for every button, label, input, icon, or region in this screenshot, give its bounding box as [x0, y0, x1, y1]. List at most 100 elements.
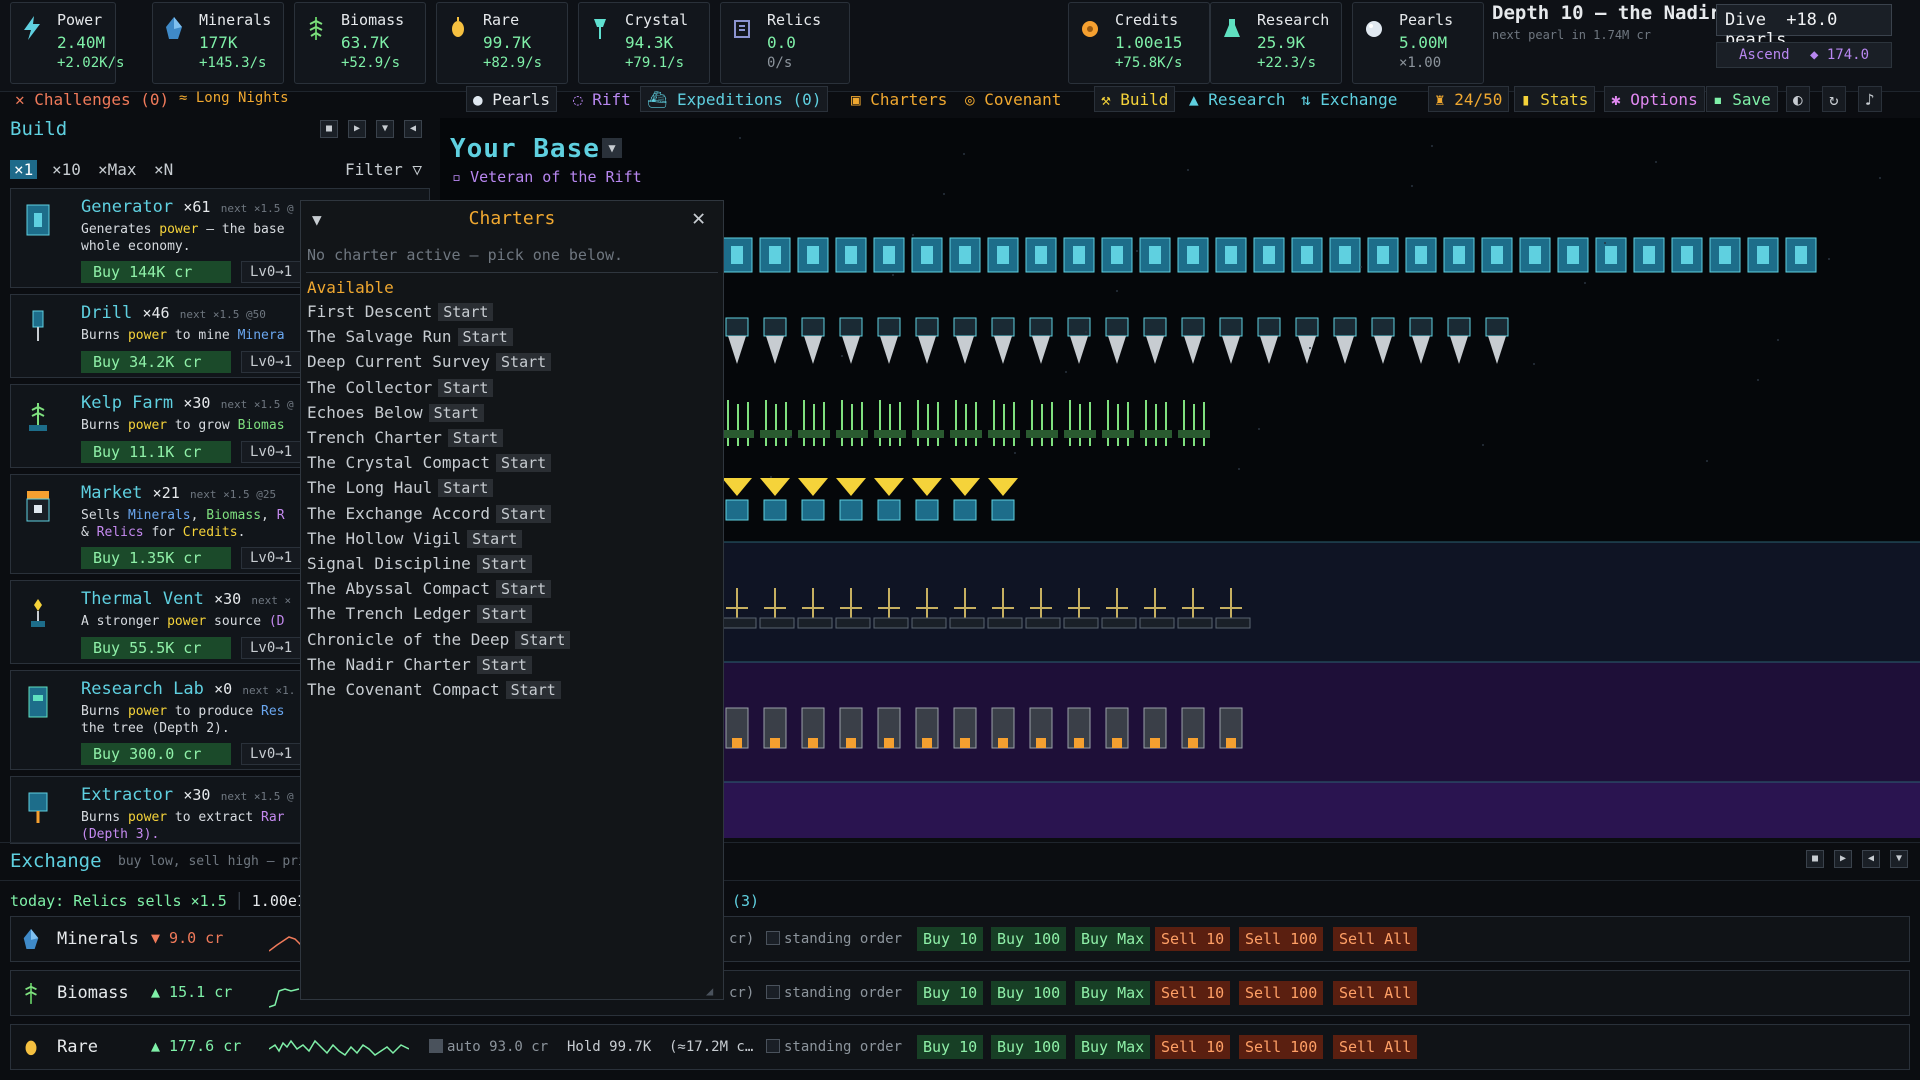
charter-start-button[interactable]: Start	[476, 605, 532, 624]
stats-button[interactable]: ▮ Stats	[1514, 86, 1596, 112]
drill-sprite	[1371, 317, 1395, 364]
star	[943, 193, 945, 195]
refresh-icon: ↻	[1829, 90, 1839, 109]
build-tab[interactable]: ⚒ Build	[1094, 86, 1176, 112]
buy-max-button[interactable]: Buy Max	[1075, 981, 1151, 1005]
charter-start-button[interactable]: Start	[428, 403, 484, 422]
upgrade-drill-button[interactable]: Lv0→1	[241, 351, 301, 373]
charter-start-button[interactable]: Start	[496, 353, 552, 372]
checkbox[interactable]	[766, 1039, 780, 1053]
buy-10-button[interactable]: Buy 10	[917, 927, 984, 951]
exchange-collapse-button[interactable]: ▼	[1890, 850, 1908, 868]
buy-10-button[interactable]: Buy 10	[917, 1035, 984, 1059]
checkbox[interactable]	[766, 985, 780, 999]
sell-100-button[interactable]: Sell 100	[1239, 1035, 1324, 1059]
mult-xn-button[interactable]: ×N	[150, 160, 177, 179]
upgrade-market-button[interactable]: Lv0→1	[241, 547, 301, 569]
sell-all-button[interactable]: Sell All	[1333, 927, 1418, 951]
generator-sprite	[721, 237, 753, 273]
resize-handle[interactable]: ◢	[706, 984, 713, 998]
kelp-icon	[309, 17, 323, 40]
build-collapse-button[interactable]: ▼	[376, 120, 394, 138]
charters-tab[interactable]: ▣ Charters	[844, 86, 954, 112]
resource-power: Power 2.40M +2.02K/s	[10, 2, 124, 84]
expeditions-tab[interactable]: ⛴ Expeditions (0)	[640, 86, 829, 112]
sell-100-button[interactable]: Sell 100	[1239, 981, 1324, 1005]
drill-sprite	[953, 317, 977, 364]
exchange-tab[interactable]: ⇅ Exchange	[1294, 86, 1404, 112]
dive-button[interactable]: Dive +18.0 pearls	[1716, 4, 1892, 50]
buy-max-button[interactable]: Buy Max	[1075, 1035, 1151, 1059]
charter-name: The Abyssal Compact	[307, 579, 491, 599]
trophies-button[interactable]: ♜ 24/50	[1428, 86, 1510, 112]
exchange-back-button[interactable]: ◀	[1862, 850, 1880, 868]
buy-research-lab-button[interactable]: Buy 300.0 cr	[81, 743, 231, 765]
charter-start-button[interactable]: Start	[438, 378, 494, 397]
standing-order-toggle[interactable]: standing order	[766, 931, 902, 947]
long-nights-tag[interactable]: ≈ Long Nights	[172, 86, 296, 112]
build-back-button[interactable]: ◀	[404, 120, 422, 138]
sell-10-button[interactable]: Sell 10	[1155, 1035, 1231, 1059]
options-button[interactable]: ✱ Options	[1604, 86, 1705, 112]
charter-start-button[interactable]: Start	[476, 655, 532, 674]
standing-order-toggle[interactable]: standing order	[766, 1039, 902, 1055]
buy-100-button[interactable]: Buy 100	[991, 981, 1067, 1005]
charter-start-button[interactable]: Start	[496, 454, 552, 473]
save-button[interactable]: ▪ Save	[1706, 86, 1778, 112]
sell-10-button[interactable]: Sell 10	[1155, 927, 1231, 951]
charter-start-button[interactable]: Start	[457, 328, 513, 347]
buy-kelp-farm-button[interactable]: Buy 11.1K cr	[81, 441, 231, 463]
pearls-tab[interactable]: ● Pearls	[466, 86, 558, 112]
buy-generator-button[interactable]: Buy 144K cr	[81, 261, 231, 283]
charter-start-button[interactable]: Start	[438, 479, 494, 498]
checkbox-checked[interactable]	[429, 1039, 443, 1053]
covenant-tab[interactable]: ◎ Covenant	[958, 86, 1068, 112]
ascend-button[interactable]: Ascend ◆ 174.0	[1716, 42, 1892, 68]
exchange-minimize-button[interactable]: ■	[1806, 850, 1824, 868]
base-dropdown-button[interactable]: ▼	[602, 138, 622, 158]
close-icon[interactable]: ✕	[692, 206, 705, 231]
filter-button[interactable]: Filter ▽	[345, 160, 422, 179]
buy-thermal-vent-button[interactable]: Buy 55.5K cr	[81, 637, 231, 659]
charter-start-button[interactable]: Start	[447, 429, 504, 447]
sell-all-button[interactable]: Sell All	[1333, 981, 1418, 1005]
mult-x10-button[interactable]: ×10	[48, 160, 85, 179]
buy-market-button[interactable]: Buy 1.35K cr	[81, 547, 231, 569]
buy-max-button[interactable]: Buy Max	[1075, 927, 1151, 951]
sell-all-button[interactable]: Sell All	[1333, 1035, 1418, 1059]
upgrade-research-lab-button[interactable]: Lv0→1	[241, 743, 301, 765]
upgrade-kelp-farm-button[interactable]: Lv0→1	[241, 441, 301, 463]
standing-order-toggle[interactable]: standing order	[766, 985, 902, 1001]
challenges-button[interactable]: ✕ Challenges (0)	[8, 86, 176, 112]
upgrade-thermal-vent-button[interactable]: Lv0→1	[241, 637, 301, 659]
reset-button[interactable]: ↻	[1822, 86, 1846, 112]
buy-drill-button[interactable]: Buy 34.2K cr	[81, 351, 231, 373]
generator-sprite	[1709, 237, 1741, 273]
buy-100-button[interactable]: Buy 100	[991, 1035, 1067, 1059]
buy-100-button[interactable]: Buy 100	[991, 927, 1067, 951]
charter-start-button[interactable]: Start	[467, 529, 523, 548]
rift-tab[interactable]: ◌ Rift	[566, 86, 638, 112]
build-next-button[interactable]: ▶	[348, 120, 366, 138]
charter-start-button[interactable]: Start	[505, 681, 561, 699]
research-tab[interactable]: ▲ Research	[1182, 86, 1292, 112]
checkbox[interactable]	[766, 931, 780, 945]
charter-start-button[interactable]: Start	[476, 555, 532, 573]
charter-start-button[interactable]: Start	[515, 630, 571, 649]
exchange-row-minerals: Minerals ▼ 9.0 cr cr) standing order Buy…	[10, 916, 1910, 962]
sell-10-button[interactable]: Sell 10	[1155, 981, 1231, 1005]
exchange-next-button[interactable]: ▶	[1834, 850, 1852, 868]
music-button[interactable]: ♪	[1858, 86, 1882, 112]
upgrade-generator-button[interactable]: Lv0→1	[241, 261, 301, 283]
auto-toggle[interactable]: auto 93.0 cr	[429, 1039, 548, 1055]
sound-button[interactable]: ◐	[1786, 86, 1810, 112]
buy-10-button[interactable]: Buy 10	[917, 981, 984, 1005]
charter-start-button[interactable]: Start	[496, 504, 552, 523]
charter-start-button[interactable]: Start	[496, 580, 552, 599]
sell-100-button[interactable]: Sell 100	[1239, 927, 1324, 951]
mult-x1-button[interactable]: ×1	[10, 160, 38, 179]
mult-xmax-button[interactable]: ×Max	[94, 160, 141, 179]
drill-icon	[32, 310, 44, 341]
charter-start-button[interactable]: Start	[438, 303, 494, 321]
build-minimize-button[interactable]: ■	[320, 120, 338, 138]
